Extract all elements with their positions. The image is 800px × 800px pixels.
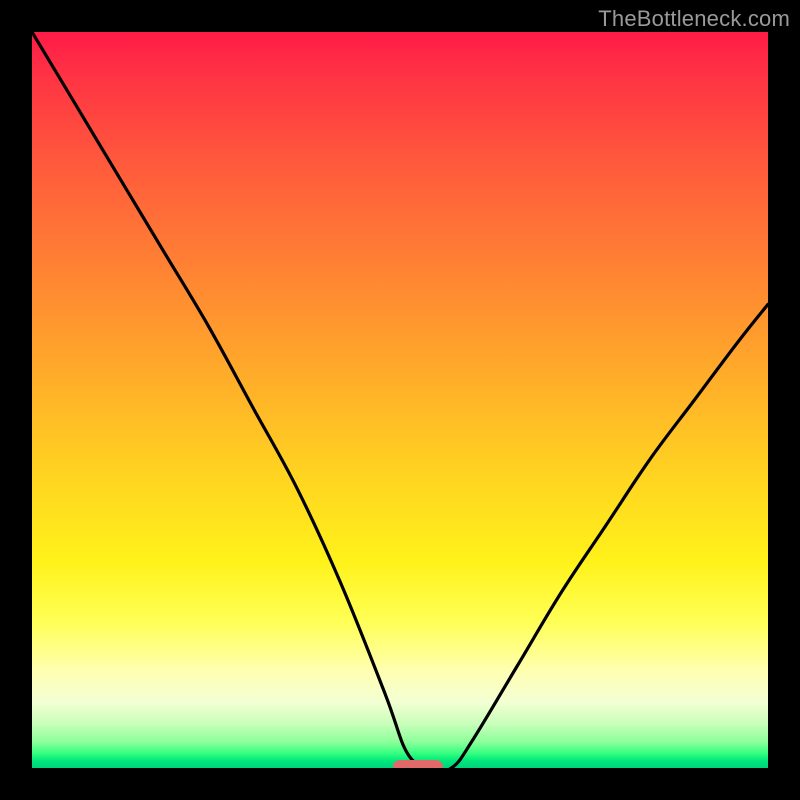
plot-area: [32, 32, 768, 768]
chart-frame: TheBottleneck.com: [0, 0, 800, 800]
watermark-text: TheBottleneck.com: [598, 6, 790, 32]
bottleneck-curve: [32, 32, 768, 768]
optimum-marker: [393, 760, 443, 768]
